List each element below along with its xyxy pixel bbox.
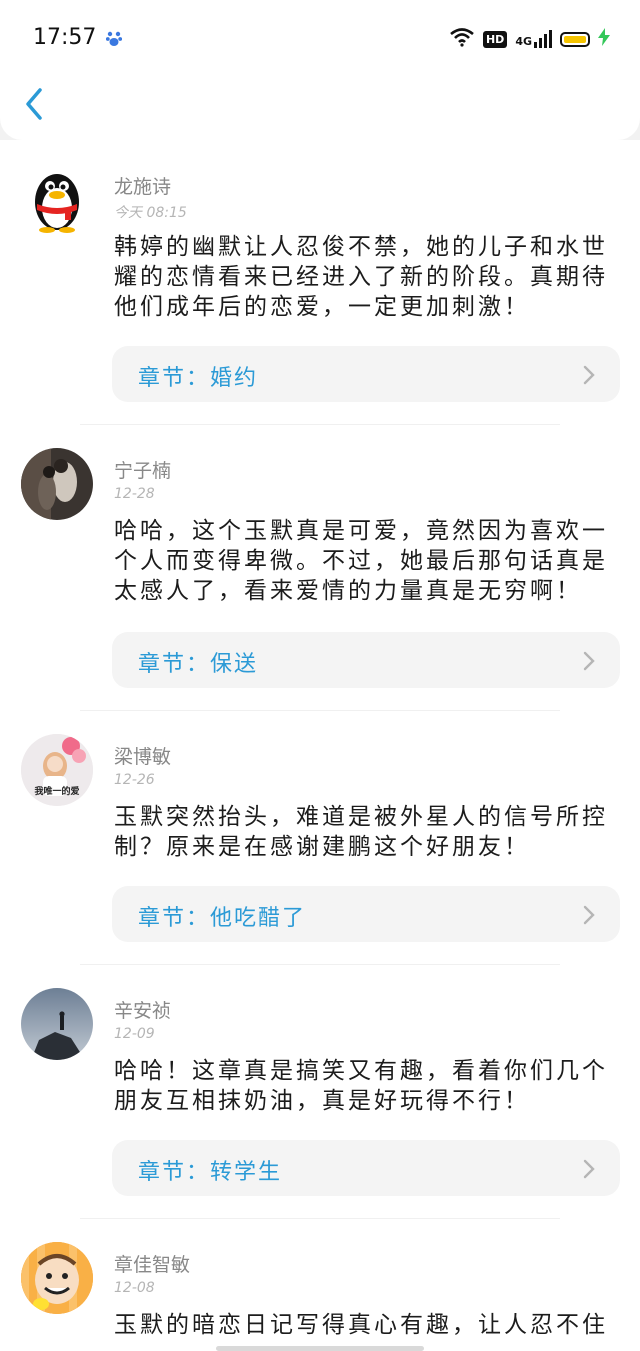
- comment-text: 玉默突然抬头，难道是被外星人的信号所控制？原来是在感谢建鹏这个好朋友！: [114, 804, 608, 860]
- network-type: 4G: [515, 35, 532, 48]
- user-name: 梁博敏: [114, 746, 172, 768]
- divider: [80, 964, 560, 965]
- chapter-link[interactable]: 章节：婚约: [112, 346, 620, 402]
- couple-photo-avatar[interactable]: [21, 448, 93, 520]
- girl-balloon-avatar[interactable]: 我唯一的爱: [21, 734, 93, 806]
- chapter-link[interactable]: 章节：转学生: [112, 1140, 620, 1196]
- status-time: 17:57: [33, 25, 97, 50]
- status-icons: HD 4G: [449, 27, 610, 51]
- signal-icon: 4G: [515, 30, 552, 48]
- chapter-label: 章节：婚约: [138, 366, 259, 391]
- chevron-left-icon: [26, 88, 42, 120]
- wifi-icon: [449, 27, 475, 51]
- user-name: 章佳智敏: [114, 1254, 191, 1276]
- comment-date: 今天 08:15: [114, 205, 187, 221]
- chapter-label: 章节：他吃醋了: [138, 906, 307, 931]
- avatar-caption: 我唯一的爱: [34, 787, 80, 797]
- back-button[interactable]: [22, 86, 46, 126]
- comment-text: 玉默的暗恋日记写得真心有趣，让人忍不住: [114, 1312, 608, 1338]
- charging-bolt-icon: [598, 28, 610, 50]
- home-indicator[interactable]: [216, 1346, 424, 1351]
- paw-notification-icon: [105, 30, 123, 52]
- comment-date: 12-26: [114, 772, 155, 788]
- chevron-right-icon: [582, 650, 596, 676]
- cartoon-face-avatar[interactable]: [21, 1242, 93, 1314]
- user-name: 宁子楠: [114, 460, 172, 482]
- comment-text: 哈哈！这章真是搞笑又有趣，看着你们几个朋友互相抹奶油，真是好玩得不行！: [114, 1058, 608, 1114]
- comment-date: 12-09: [114, 1026, 155, 1042]
- user-name: 辛安祯: [114, 1000, 172, 1022]
- chevron-right-icon: [582, 1158, 596, 1184]
- chapter-link[interactable]: 章节：他吃醋了: [112, 886, 620, 942]
- user-name: 龙施诗: [114, 176, 172, 198]
- chapter-link[interactable]: 章节：保送: [112, 632, 620, 688]
- divider: [80, 710, 560, 711]
- chapter-label: 章节：保送: [138, 652, 259, 677]
- silhouette-avatar[interactable]: [21, 988, 93, 1060]
- comment-date: 12-08: [114, 1280, 155, 1296]
- comment-date: 12-28: [114, 486, 155, 502]
- chapter-label: 章节：转学生: [138, 1160, 283, 1185]
- battery-icon: [560, 31, 590, 47]
- qq-penguin-avatar[interactable]: [21, 164, 93, 236]
- divider: [80, 1218, 560, 1219]
- hd-badge: HD: [482, 30, 508, 48]
- comment-text: 哈哈，这个玉默真是可爱，竟然因为喜欢一个人而变得卑微。不过，她最后那句话真是太感…: [114, 518, 608, 604]
- chevron-right-icon: [582, 364, 596, 390]
- top-bar: 17:57 HD 4G: [0, 0, 640, 140]
- chevron-right-icon: [582, 904, 596, 930]
- comment-list: 龙施诗 今天 08:15 韩婷的幽默让人忍俊不禁，她的儿子和水世耀的恋情看来已经…: [0, 140, 640, 1351]
- divider: [80, 424, 560, 425]
- comment-text: 韩婷的幽默让人忍俊不禁，她的儿子和水世耀的恋情看来已经进入了新的阶段。真期待他们…: [114, 234, 608, 320]
